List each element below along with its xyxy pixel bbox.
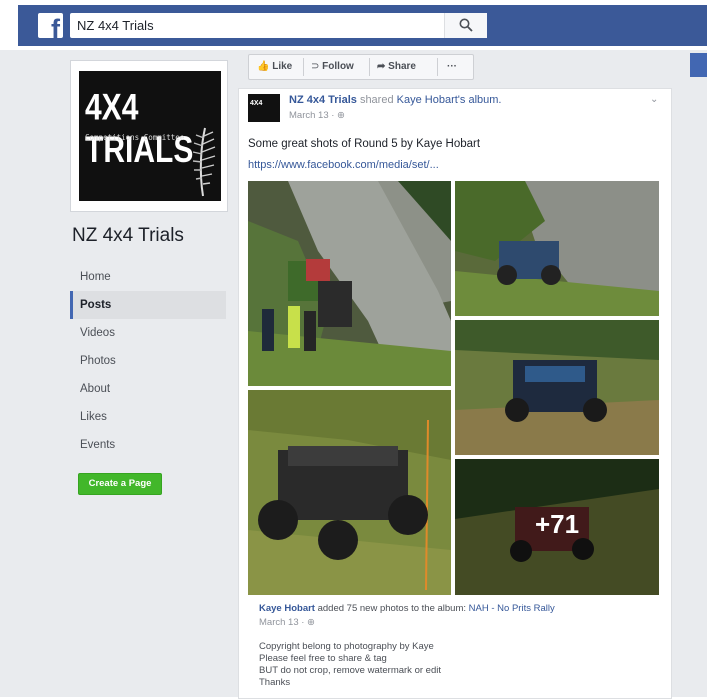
nav-item-posts[interactable]: Posts xyxy=(70,291,226,319)
post-header: NZ 4x4 Trials shared Kaye Hobart's album… xyxy=(289,94,501,106)
description-line: Please feel free to share & tag xyxy=(259,653,387,664)
top-bar: f NZ 4x4 Trials xyxy=(0,0,707,50)
nav-item-home[interactable]: Home xyxy=(70,263,226,291)
share-icon: ➦ xyxy=(377,61,386,72)
nav-item-photos[interactable]: Photos xyxy=(70,347,226,375)
page-action-bar: 👍 Like ⊃ Follow ➦ Share ··· xyxy=(248,54,474,80)
shared-author-link[interactable]: Kaye Hobart xyxy=(259,603,315,614)
page-logo: 4X4 TRIALS Competitions Committee xyxy=(79,71,221,201)
photo-4[interactable] xyxy=(248,390,451,595)
description-line: Thanks xyxy=(259,677,291,688)
page-title[interactable]: NZ 4x4 Trials xyxy=(72,225,184,247)
post-avatar[interactable]: 4X4 xyxy=(248,94,280,122)
shared-album-line: Kaye Hobart added 75 new photos to the a… xyxy=(259,603,659,614)
logo-subtitle: Competitions Committee xyxy=(85,133,185,142)
photo-3[interactable] xyxy=(455,320,659,455)
post-page-link[interactable]: NZ 4x4 Trials xyxy=(289,94,357,106)
album-description: Copyright belong to photography by Kaye … xyxy=(259,641,441,689)
right-blue-button[interactable] xyxy=(690,53,707,77)
follow-label: Follow xyxy=(322,61,354,72)
photo-2[interactable] xyxy=(455,181,659,316)
nav-item-about[interactable]: About xyxy=(70,375,226,403)
search-button[interactable] xyxy=(444,13,487,38)
like-icon: 👍 xyxy=(257,61,270,72)
shared-action-text: added 75 new photos to the album: xyxy=(317,603,467,614)
post-action-text: shared xyxy=(359,94,394,106)
description-line: BUT do not crop, remove watermark or edi… xyxy=(259,665,441,676)
divider xyxy=(303,58,304,76)
share-button[interactable]: ➦ Share xyxy=(377,55,416,79)
divider xyxy=(369,58,370,76)
post-album-link[interactable]: album. xyxy=(468,94,501,106)
more-photos-count[interactable]: +71 xyxy=(455,509,659,540)
description-line: Copyright belong to photography by Kaye xyxy=(259,641,434,652)
post-timestamp[interactable]: March 13 · ⊕ xyxy=(289,110,345,121)
facebook-logo-icon[interactable]: f xyxy=(38,13,63,38)
photo-1[interactable] xyxy=(248,181,451,386)
search-input-value[interactable]: NZ 4x4 Trials xyxy=(77,18,154,33)
search-input[interactable]: NZ 4x4 Trials xyxy=(70,13,487,38)
photo-5-more[interactable]: +71 xyxy=(455,459,659,595)
shared-timestamp[interactable]: March 13 · ⊕ xyxy=(259,617,315,628)
follow-button[interactable]: ⊃ Follow xyxy=(311,55,354,79)
nav-item-events[interactable]: Events xyxy=(70,431,226,459)
post-card: 4X4 NZ 4x4 Trials shared Kaye Hobart's a… xyxy=(238,88,672,699)
right-column xyxy=(672,88,707,697)
nav-item-videos[interactable]: Videos xyxy=(70,319,226,347)
post-text: Some great shots of Round 5 by Kaye Hoba… xyxy=(248,138,481,150)
shared-album-link[interactable]: NAH - No Prits Rally xyxy=(469,603,555,614)
post-owner-link[interactable]: Kaye Hobart's xyxy=(397,94,466,106)
page-nav: Home Posts Videos Photos About Likes Eve… xyxy=(70,263,226,459)
nav-item-likes[interactable]: Likes xyxy=(70,403,226,431)
chevron-down-icon[interactable]: ⌄ xyxy=(650,94,658,105)
divider xyxy=(437,58,438,76)
search-icon xyxy=(459,18,473,32)
post-link[interactable]: https://www.facebook.com/media/set/... xyxy=(248,159,439,171)
follow-icon: ⊃ xyxy=(311,61,320,72)
like-label: Like xyxy=(272,61,293,72)
page-profile-picture[interactable]: 4X4 TRIALS Competitions Committee xyxy=(70,60,228,212)
share-label: Share xyxy=(388,61,416,72)
create-page-button[interactable]: Create a Page xyxy=(78,473,162,495)
more-options-button[interactable]: ··· xyxy=(447,55,457,79)
like-button[interactable]: 👍 Like xyxy=(257,55,292,79)
fern-icon xyxy=(192,127,216,197)
